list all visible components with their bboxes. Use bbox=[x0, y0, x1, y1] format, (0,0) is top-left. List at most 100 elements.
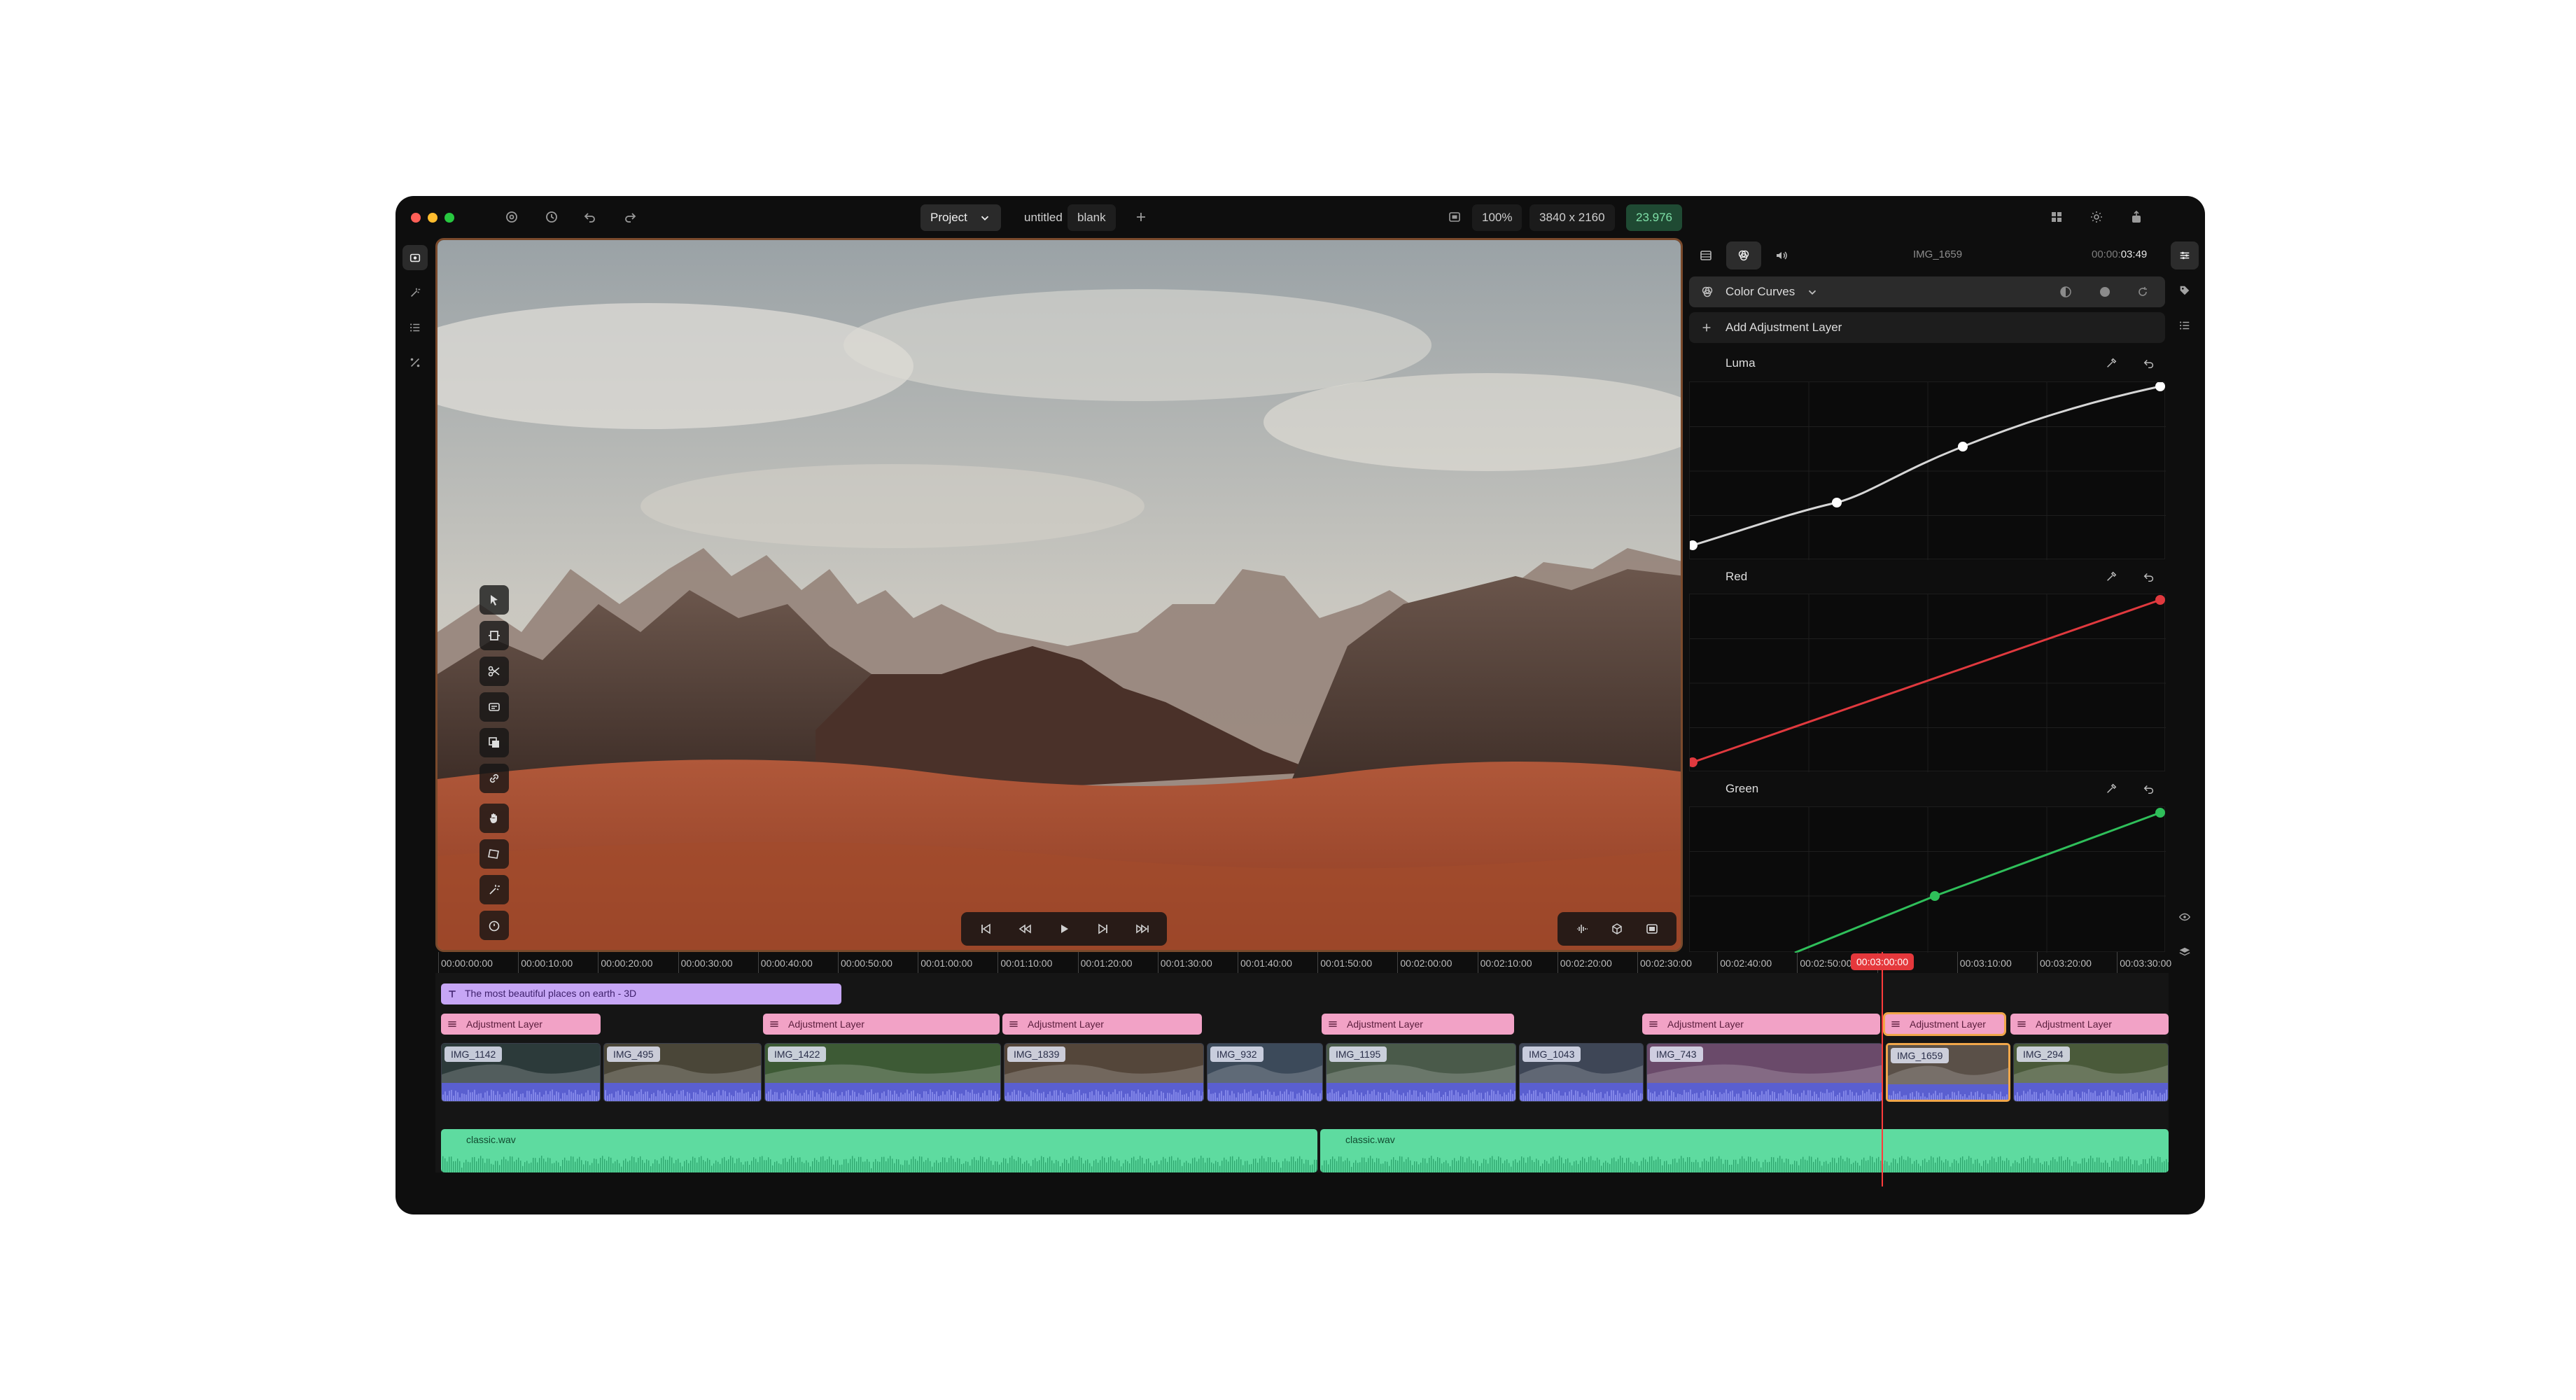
brightness-button[interactable] bbox=[2087, 208, 2106, 226]
link-tool[interactable] bbox=[479, 764, 509, 793]
inspector-header: IMG_1659 00:00:03:49 bbox=[1686, 238, 2169, 273]
video-clip[interactable]: IMG_294 bbox=[2013, 1043, 2169, 1102]
redo-button[interactable] bbox=[621, 208, 639, 226]
layers-button[interactable] bbox=[2171, 938, 2199, 966]
video-preview[interactable] bbox=[435, 238, 1683, 952]
crop-tool[interactable] bbox=[479, 839, 509, 869]
audio-tab[interactable] bbox=[1764, 241, 1799, 270]
text-tool[interactable] bbox=[479, 692, 509, 722]
maximize-window-button[interactable] bbox=[444, 213, 454, 223]
adjustment-layer-label: Adjustment Layer bbox=[466, 1018, 542, 1030]
video-clip[interactable]: IMG_1195 bbox=[1326, 1043, 1516, 1102]
hand-tool[interactable] bbox=[479, 804, 509, 833]
adjustment-layer-clip[interactable]: Adjustment Layer bbox=[441, 1014, 601, 1035]
playhead-timecode[interactable]: 00:03:00:00 bbox=[1851, 953, 1914, 970]
adjustment-layer-clip[interactable]: Adjustment Layer bbox=[2010, 1014, 2169, 1035]
video-clip[interactable]: IMG_495 bbox=[603, 1043, 762, 1102]
color-tab[interactable] bbox=[1726, 241, 1761, 270]
trim-tool[interactable] bbox=[479, 621, 509, 650]
video-clip[interactable]: IMG_1422 bbox=[764, 1043, 1001, 1102]
video-clip[interactable]: IMG_1659 bbox=[1886, 1043, 2010, 1102]
ruler-label: 00:00:20:00 bbox=[601, 958, 653, 969]
add-tab-button[interactable] bbox=[1132, 208, 1150, 226]
audio-waveform-button[interactable] bbox=[1567, 916, 1597, 942]
safe-area-button[interactable] bbox=[1446, 208, 1464, 226]
fps-badge[interactable]: 23.976 bbox=[1626, 204, 1682, 231]
audio-clip-1[interactable]: classic.wav bbox=[441, 1129, 1317, 1172]
luma-eyedropper-button[interactable] bbox=[2102, 354, 2120, 372]
reset-effect-icon[interactable] bbox=[2136, 285, 2150, 299]
ruler-tick bbox=[757, 952, 759, 973]
undo-button[interactable] bbox=[581, 208, 599, 226]
ruler-label: 00:02:30:00 bbox=[1640, 958, 1692, 969]
magic-tool[interactable] bbox=[479, 875, 509, 904]
adjustment-layer-clip[interactable]: Adjustment Layer bbox=[763, 1014, 1000, 1035]
fullscreen-button[interactable] bbox=[1637, 916, 1667, 942]
go-to-start-button[interactable] bbox=[971, 916, 1000, 942]
template-name[interactable]: blank bbox=[1068, 204, 1116, 231]
hand-icon bbox=[489, 813, 497, 824]
project-label: Project bbox=[930, 211, 967, 224]
contrast-icon[interactable] bbox=[2059, 285, 2073, 299]
adjustment-layer-clip[interactable]: Adjustment Layer bbox=[1002, 1014, 1202, 1035]
luma-reset-button[interactable] bbox=[2140, 354, 2158, 372]
export-button[interactable] bbox=[2127, 208, 2146, 226]
video-clip[interactable]: IMG_1142 bbox=[441, 1043, 601, 1102]
select-tool[interactable] bbox=[479, 585, 509, 615]
luma-curve-graph[interactable] bbox=[1689, 382, 2166, 560]
overlay-tool[interactable] bbox=[479, 728, 509, 757]
add-adjustment-layer-button[interactable]: Add Adjustment Layer bbox=[1689, 312, 2165, 343]
layout-button[interactable] bbox=[2047, 208, 2066, 226]
timeline[interactable]: 00:00:00:00 00:00:10:00 00:00:20:00 00:00:3… bbox=[435, 952, 2171, 1197]
resolution-display[interactable]: 3840 x 2160 bbox=[1530, 204, 1615, 231]
ruler-label: 00:03:10:00 bbox=[1959, 958, 2012, 969]
transitions-panel-button[interactable] bbox=[402, 350, 428, 375]
rewind-button[interactable] bbox=[1010, 916, 1040, 942]
list-panel-button[interactable] bbox=[402, 315, 428, 340]
green-curve-graph[interactable] bbox=[1689, 806, 2166, 953]
history-button[interactable] bbox=[542, 208, 561, 226]
ruler-label: 00:01:20:00 bbox=[1080, 958, 1133, 969]
speed-tool[interactable] bbox=[479, 911, 509, 940]
close-window-button[interactable] bbox=[411, 213, 421, 223]
audio-clip-2[interactable]: classic.wav bbox=[1320, 1129, 2169, 1172]
media-panel-button[interactable] bbox=[402, 245, 428, 270]
chevron-down-icon[interactable] bbox=[1806, 286, 1819, 298]
adjustment-layer-label: Adjustment Layer bbox=[1667, 1018, 1744, 1030]
adjustment-layer-clip[interactable]: Adjustment Layer bbox=[1322, 1014, 1514, 1035]
green-reset-button[interactable] bbox=[2140, 780, 2158, 798]
plus-icon bbox=[1702, 323, 1711, 332]
zoom-level[interactable]: 100% bbox=[1472, 204, 1522, 231]
inspector-toggle-button[interactable] bbox=[2171, 241, 2199, 270]
play-button[interactable] bbox=[1049, 916, 1079, 942]
video-clip[interactable]: IMG_932 bbox=[1207, 1043, 1323, 1102]
video-clip[interactable]: IMG_1043 bbox=[1519, 1043, 1644, 1102]
red-eyedropper-button[interactable] bbox=[2102, 568, 2120, 586]
list-view-button[interactable] bbox=[2171, 312, 2199, 340]
playhead[interactable] bbox=[1882, 952, 1883, 1186]
green-eyedropper-button[interactable] bbox=[2102, 780, 2120, 798]
text-clip[interactable]: The most beautiful places on earth - 3D bbox=[441, 983, 841, 1004]
next-frame-button[interactable] bbox=[1088, 916, 1118, 942]
play-icon bbox=[1061, 925, 1068, 933]
minimize-window-button[interactable] bbox=[428, 213, 438, 223]
red-curve-graph[interactable] bbox=[1689, 594, 2166, 772]
project-menu-button[interactable]: Project bbox=[920, 204, 1001, 231]
toggle-effect-icon[interactable] bbox=[2098, 285, 2112, 299]
video-clip[interactable]: IMG_1839 bbox=[1004, 1043, 1204, 1102]
home-button[interactable] bbox=[503, 208, 521, 226]
video-clip[interactable]: IMG_743 bbox=[1646, 1043, 1883, 1102]
effect-row-color-curves[interactable]: Color Curves bbox=[1689, 276, 2165, 307]
3d-view-button[interactable] bbox=[1602, 916, 1632, 942]
fast-forward-button[interactable] bbox=[1128, 916, 1157, 942]
cut-tool[interactable] bbox=[479, 657, 509, 686]
video-tab[interactable] bbox=[1688, 241, 1723, 270]
visibility-button[interactable] bbox=[2171, 903, 2199, 931]
adjustment-layer-clip[interactable]: Adjustment Layer bbox=[1642, 1014, 1880, 1035]
adjustment-layer-clip[interactable]: Adjustment Layer bbox=[1883, 1012, 2006, 1036]
effects-panel-button[interactable] bbox=[402, 280, 428, 305]
red-reset-button[interactable] bbox=[2140, 568, 2158, 586]
tags-button[interactable] bbox=[2171, 276, 2199, 304]
project-name[interactable]: untitled bbox=[1014, 204, 1072, 231]
clip-name: IMG_1659 bbox=[1913, 248, 1963, 260]
